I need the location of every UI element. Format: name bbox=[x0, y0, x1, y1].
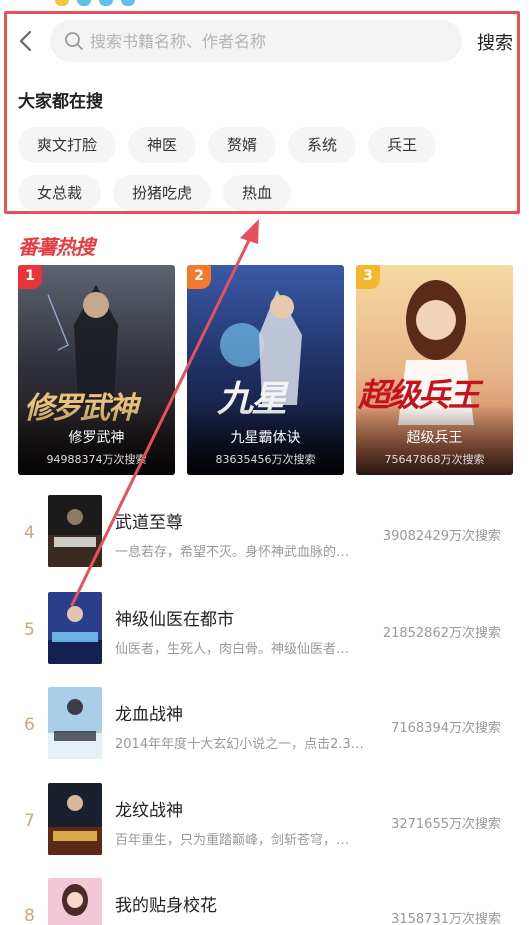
search-input[interactable] bbox=[90, 20, 450, 62]
book-thumbnail bbox=[48, 687, 102, 759]
book-thumbnail bbox=[48, 783, 102, 855]
book-description: 百年重生，只为重踏巅峰，剑斩苍穹，… bbox=[115, 833, 350, 848]
book-title: 龙纹战神 bbox=[115, 801, 183, 821]
cover-book-name: 超级兵王 bbox=[406, 430, 463, 446]
book-cover-card[interactable]: 九星 2 九星霸体诀 83635456万次搜索 bbox=[187, 265, 344, 475]
cover-search-count: 94988374万次搜索 bbox=[46, 453, 147, 466]
tag-chip[interactable]: 兵王 bbox=[368, 127, 437, 163]
tag-chip[interactable]: 热血 bbox=[223, 175, 292, 211]
tag-chip[interactable]: 女总裁 bbox=[18, 175, 102, 211]
search-count: 7168394万次搜索 bbox=[391, 721, 501, 736]
list-item[interactable]: 5 神级仙医在都市 仙医者，生死人，肉白骨。神级仙医者… 21852862万次搜… bbox=[0, 592, 529, 672]
rank-number: 8 bbox=[24, 906, 35, 925]
cover-search-count: 75647868万次搜索 bbox=[384, 453, 485, 466]
search-count: 39082429万次搜索 bbox=[382, 529, 501, 544]
rank-badge: 2 bbox=[187, 265, 211, 289]
tag-chip[interactable]: 爽文打脸 bbox=[18, 127, 117, 163]
book-thumbnail bbox=[48, 592, 102, 664]
rank-badge: 1 bbox=[18, 265, 42, 289]
search-icon bbox=[65, 32, 83, 50]
list-item[interactable]: 4 武道至尊 一息若存，希望不灭。身怀神武血脉的… 39082429万次搜索 bbox=[0, 495, 529, 575]
book-description: 2014年年度十大玄幻小说之一，点击2.3… bbox=[115, 737, 364, 752]
search-count: 3158731万次搜索 bbox=[391, 912, 501, 925]
book-cover-card[interactable]: 修罗武神 1 修罗武神 94988374万次搜索 bbox=[18, 265, 175, 475]
rank-number: 7 bbox=[24, 811, 35, 831]
search-count: 21852862万次搜索 bbox=[382, 626, 501, 641]
list-item[interactable]: 6 龙血战神 2014年年度十大玄幻小说之一，点击2.3… 7168394万次搜… bbox=[0, 687, 529, 767]
cover-book-name: 九星霸体诀 bbox=[230, 430, 301, 446]
popular-tags: 爽文打脸 神医 赘婿 系统 兵王 女总裁 扮猪吃虎 热血 bbox=[18, 127, 508, 211]
cover-book-name: 修罗武神 bbox=[68, 430, 125, 446]
rank-badge: 3 bbox=[356, 265, 380, 289]
book-title: 神级仙医在都市 bbox=[115, 610, 234, 630]
tag-chip[interactable]: 系统 bbox=[288, 127, 357, 163]
cover-search-count: 83635456万次搜索 bbox=[215, 453, 316, 466]
search-box[interactable] bbox=[50, 20, 462, 62]
book-description: 一息若存，希望不灭。身怀神武血脉的… bbox=[115, 545, 350, 560]
tag-chip[interactable]: 扮猪吃虎 bbox=[113, 175, 212, 211]
tag-chip[interactable]: 赘婿 bbox=[208, 127, 277, 163]
rank-number: 4 bbox=[24, 523, 35, 543]
status-dot bbox=[121, 0, 135, 6]
status-dot bbox=[99, 0, 113, 6]
status-dot bbox=[77, 0, 91, 6]
book-title: 武道至尊 bbox=[115, 513, 183, 533]
tag-chip[interactable]: 神医 bbox=[128, 127, 197, 163]
book-title: 龙血战神 bbox=[115, 705, 183, 725]
back-arrow-icon[interactable] bbox=[12, 26, 42, 56]
status-dot bbox=[55, 0, 69, 6]
list-item[interactable]: 7 龙纹战神 百年重生，只为重踏巅峰，剑斩苍穹，… 3271655万次搜索 bbox=[0, 783, 529, 863]
top3-covers: 修罗武神 1 修罗武神 94988374万次搜索 九星 2 九星霸体诀 8363… bbox=[18, 265, 518, 475]
book-thumbnail bbox=[48, 495, 102, 567]
rank-number: 5 bbox=[24, 620, 35, 640]
search-header: 搜索 bbox=[0, 20, 529, 62]
list-item[interactable]: 8 我的贴身校花 3158731万次搜索 bbox=[0, 878, 529, 925]
book-cover-card[interactable]: 超级兵王 3 超级兵王 75647868万次搜索 bbox=[356, 265, 513, 475]
search-button[interactable]: 搜索 bbox=[477, 29, 513, 55]
search-count: 3271655万次搜索 bbox=[391, 817, 501, 832]
book-title: 我的贴身校花 bbox=[115, 896, 217, 916]
rank-number: 6 bbox=[24, 715, 35, 735]
popular-searches-title: 大家都在搜 bbox=[18, 92, 103, 112]
book-description: 仙医者，生死人，肉白骨。神级仙医者… bbox=[115, 642, 350, 657]
hot-search-title: 番薯热搜 bbox=[18, 235, 95, 259]
book-thumbnail bbox=[48, 878, 102, 925]
status-bar-indicators bbox=[55, 0, 135, 6]
